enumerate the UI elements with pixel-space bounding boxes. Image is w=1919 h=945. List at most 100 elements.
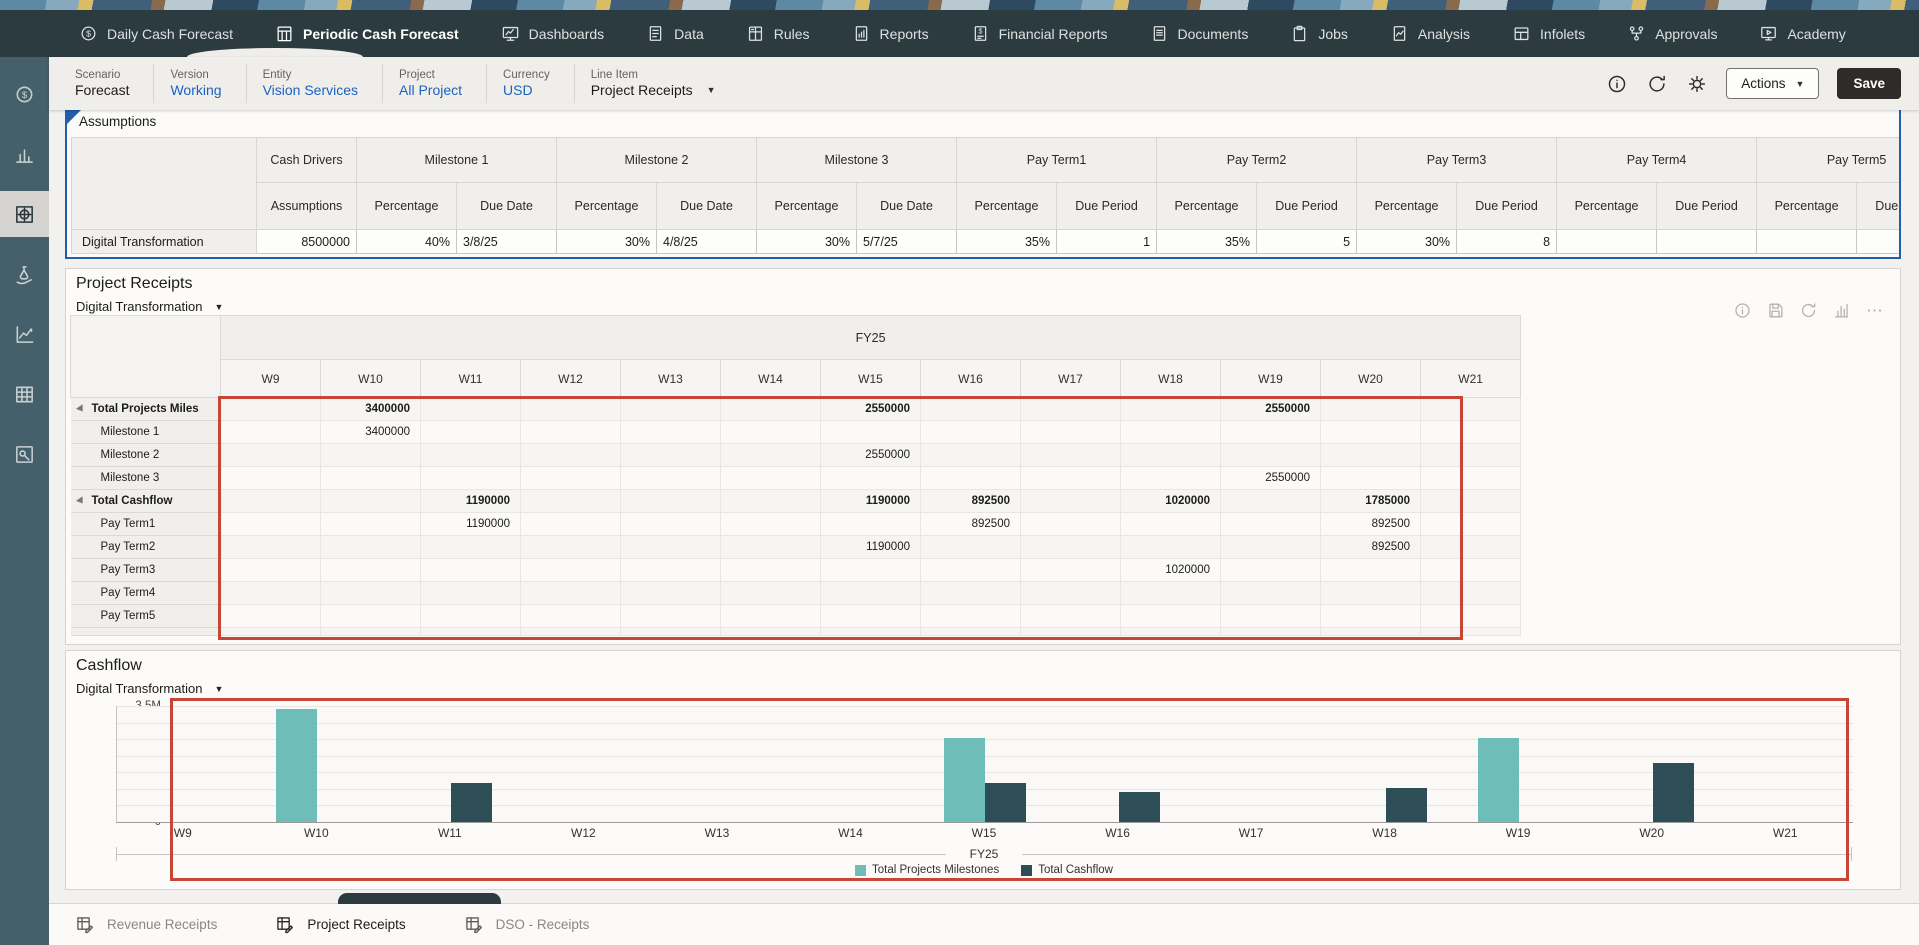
grid-cell[interactable] [420, 397, 521, 421]
chart-bar-total-cashflow-w16[interactable] [1118, 792, 1160, 822]
grid-cell[interactable]: 892500 [920, 512, 1021, 536]
grid-cell[interactable] [1020, 581, 1121, 605]
legend-item-total-cashflow[interactable]: Total Cashflow [1021, 864, 1113, 876]
ellipsis-icon[interactable] [1865, 301, 1884, 320]
assumptions-cell[interactable] [1856, 229, 1899, 254]
grid-cell[interactable] [1020, 535, 1121, 559]
grid-row-header-pay-term5[interactable]: Pay Term5 [70, 604, 221, 628]
nav-tab-approvals[interactable]: Approvals [1606, 10, 1738, 57]
assumptions-cell[interactable]: 30% [756, 229, 857, 254]
grid-cell[interactable] [720, 581, 821, 605]
grid-cell[interactable] [820, 604, 921, 628]
grid-cell[interactable] [1419, 535, 1522, 559]
assumptions-cell[interactable]: 8500000 [256, 229, 357, 254]
pov-member-value[interactable]: All Project [399, 82, 462, 100]
grid-cell[interactable] [420, 558, 521, 582]
info-icon[interactable] [1606, 73, 1628, 95]
grid-cell[interactable] [1220, 535, 1321, 559]
grid-row-header-pay-term2[interactable]: Pay Term2 [70, 535, 221, 559]
grid-cell[interactable] [220, 604, 321, 628]
grid-cell[interactable] [620, 397, 721, 421]
grid-cell[interactable] [220, 512, 321, 536]
grid-cell[interactable] [420, 535, 521, 559]
info-icon[interactable] [1733, 301, 1752, 320]
grid-cell[interactable] [1419, 512, 1522, 536]
grid-cell[interactable] [920, 535, 1021, 559]
grid-cell[interactable] [1320, 443, 1421, 467]
sidebar-item-target-form[interactable] [0, 191, 49, 237]
grid-cell[interactable] [220, 397, 321, 421]
actions-button[interactable]: Actions ▼ [1726, 68, 1820, 99]
grid-cell[interactable] [220, 420, 321, 444]
grid-cell[interactable] [420, 420, 521, 444]
grid-cell[interactable] [320, 489, 421, 513]
sidebar-item-hand-flask[interactable] [0, 251, 49, 297]
grid-row-header-milestone-3[interactable]: Milestone 3 [70, 466, 221, 490]
grid-cell[interactable] [520, 420, 621, 444]
chart-bar-total-cashflow-w18[interactable] [1385, 788, 1427, 822]
grid-cell[interactable] [1419, 604, 1522, 628]
grid-cell[interactable] [1120, 443, 1221, 467]
grid-cell[interactable]: 1190000 [820, 535, 921, 559]
grid-cell[interactable] [420, 581, 521, 605]
grid-cell[interactable] [1020, 512, 1121, 536]
grid-cell[interactable]: 2550000 [820, 443, 921, 467]
bottom-tab-revenue-receipts[interactable]: Revenue Receipts [75, 915, 217, 935]
grid-cell[interactable] [1419, 466, 1522, 490]
grid-cell[interactable] [320, 581, 421, 605]
grid-cell[interactable] [220, 535, 321, 559]
project-selector[interactable]: Digital Transformation ▼ [66, 293, 223, 314]
grid-cell[interactable] [520, 558, 621, 582]
grid-cell[interactable] [1320, 420, 1421, 444]
grid-cell[interactable] [620, 489, 721, 513]
grid-cell[interactable]: 892500 [1320, 512, 1421, 536]
grid-cell[interactable] [1020, 604, 1121, 628]
grid-cell[interactable] [220, 489, 321, 513]
assumptions-cell[interactable]: 8 [1456, 229, 1558, 254]
grid-cell[interactable] [320, 512, 421, 536]
grid-cell[interactable]: 1785000 [1320, 489, 1421, 513]
grid-cell[interactable] [1220, 558, 1321, 582]
grid-cell[interactable] [320, 466, 421, 490]
grid-cell[interactable] [520, 581, 621, 605]
assumptions-cell[interactable] [1756, 229, 1858, 254]
grid-cell[interactable] [320, 443, 421, 467]
grid-cell[interactable] [420, 466, 521, 490]
nav-tab-dashboards[interactable]: Dashboards [480, 10, 626, 57]
grid-cell[interactable] [920, 443, 1021, 467]
grid-cell[interactable] [520, 489, 621, 513]
bottom-tab-project-receipts[interactable]: Project Receipts [275, 915, 406, 935]
grid-cell[interactable]: 892500 [1320, 535, 1421, 559]
assumptions-cell[interactable]: 4/8/25 [656, 229, 757, 254]
grid-cell[interactable] [820, 512, 921, 536]
assumptions-cell[interactable]: 3/8/25 [456, 229, 557, 254]
grid-cell[interactable] [520, 443, 621, 467]
grid-cell[interactable] [920, 397, 1021, 421]
grid-cell[interactable] [1020, 397, 1121, 421]
grid-cell[interactable] [1220, 581, 1321, 605]
refresh-icon[interactable] [1646, 73, 1668, 95]
grid-cell[interactable] [820, 558, 921, 582]
grid-cell[interactable] [1120, 466, 1221, 490]
grid-cell[interactable]: 1190000 [420, 489, 521, 513]
grid-cell[interactable]: 3400000 [320, 420, 421, 444]
grid-cell[interactable] [1419, 443, 1522, 467]
grid-cell[interactable]: 1190000 [420, 512, 521, 536]
grid-cell[interactable]: 2550000 [820, 397, 921, 421]
nav-tab-financial-reports[interactable]: $ Financial Reports [950, 10, 1129, 57]
nav-tab-analysis[interactable]: Analysis [1369, 10, 1491, 57]
grid-cell[interactable] [1020, 489, 1121, 513]
sidebar-item-trend-chart[interactable] [0, 311, 49, 357]
grid-cell[interactable]: 1190000 [820, 489, 921, 513]
assumptions-cell[interactable]: 5/7/25 [856, 229, 957, 254]
pov-member-value[interactable]: Working [170, 82, 221, 100]
grid-cell[interactable] [1419, 397, 1522, 421]
grid-cell[interactable] [220, 581, 321, 605]
assumptions-cell[interactable] [1656, 229, 1758, 254]
grid-cell[interactable] [720, 535, 821, 559]
pov-item-entity[interactable]: Entity Vision Services [247, 63, 384, 104]
pov-item-currency[interactable]: Currency USD [487, 63, 575, 104]
assumptions-cell[interactable]: 30% [556, 229, 657, 254]
grid-cell[interactable] [420, 443, 521, 467]
chart-bar-total-projects-milestones-w10[interactable] [276, 709, 318, 822]
